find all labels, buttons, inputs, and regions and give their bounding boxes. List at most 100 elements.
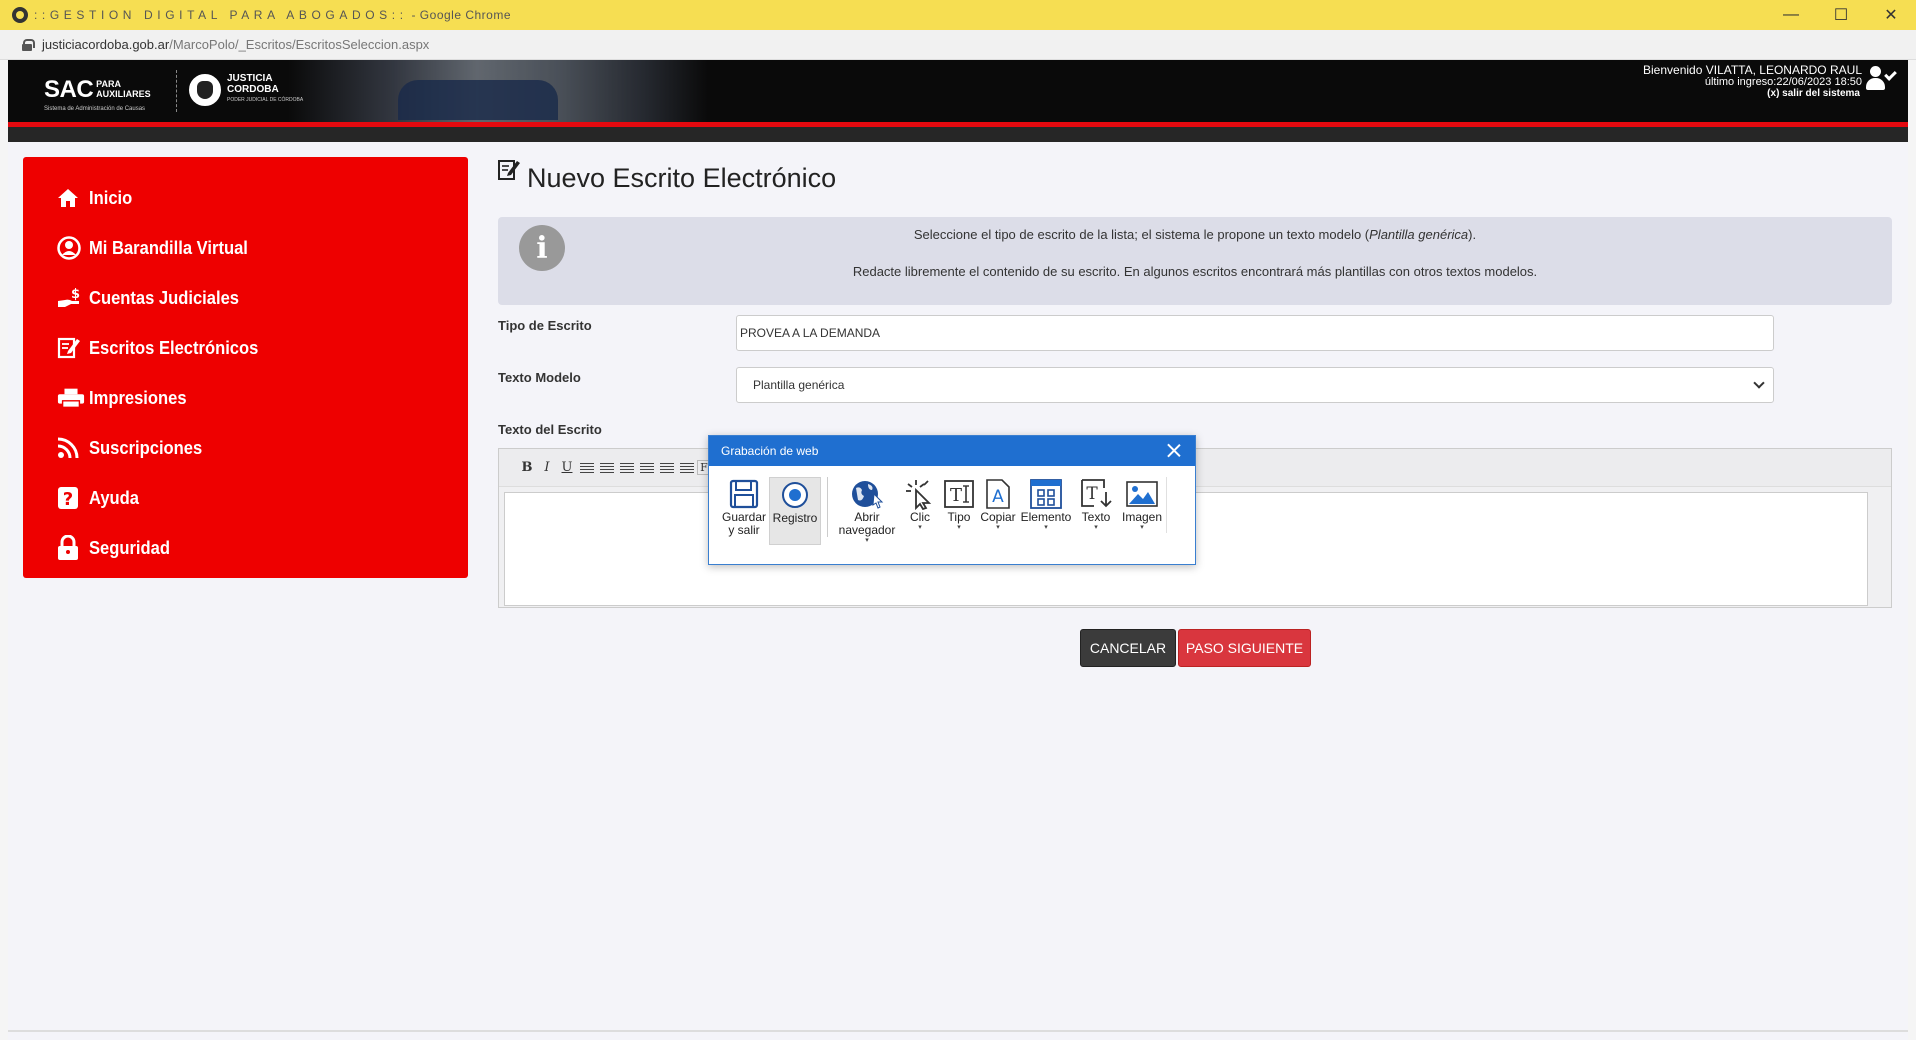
type-button[interactable]: T Tipo ▾ — [940, 477, 978, 532]
open-browser-label: Abrir navegador — [838, 510, 896, 537]
sidebar-item-inicio[interactable]: Inicio — [23, 173, 468, 223]
home-icon — [57, 188, 85, 208]
close-icon[interactable] — [1167, 443, 1181, 457]
page-title-text: Nuevo Escrito Electrónico — [527, 163, 837, 193]
info-box: i Seleccione el tipo de escrito de la li… — [498, 217, 1892, 305]
element-grid-icon — [1029, 477, 1063, 511]
copy-button[interactable]: A Copiar ▾ — [978, 477, 1018, 532]
align-justify-icon[interactable] — [640, 462, 654, 473]
text-input-icon: T — [943, 477, 975, 511]
element-label: Elemento — [1020, 510, 1072, 524]
window-controls: — ☐ ✕ — [1766, 0, 1916, 30]
cancel-button[interactable]: CANCELAR — [1080, 629, 1176, 667]
sidebar-item-label: Impresiones — [89, 387, 187, 408]
web-recorder-header: Grabación de web — [709, 436, 1195, 466]
align-center-icon[interactable] — [600, 462, 614, 473]
chevron-down-icon[interactable]: ▾ — [957, 524, 961, 532]
padlock-icon[interactable] — [22, 38, 35, 51]
image-label: Imagen — [1121, 510, 1163, 524]
sac-logo[interactable]: SAC PARA AUXILIARES Sistema de Administrac… — [44, 76, 151, 112]
texto-modelo-value: Plantilla genérica — [753, 378, 845, 392]
justicia-logo-line2: CORDOBA — [227, 84, 279, 95]
chevron-down-icon[interactable]: ▾ — [1140, 524, 1144, 532]
site-favicon-icon — [12, 7, 28, 23]
logo-divider — [176, 70, 177, 112]
edit-document-icon — [57, 336, 85, 360]
logout-link[interactable]: (x) salir del sistema — [1643, 88, 1860, 100]
save-and-exit-button[interactable]: Guardar y salir — [721, 477, 767, 545]
sidebar-item-impresiones[interactable]: Impresiones — [23, 373, 468, 423]
sac-logo-subtitle: PARA AUXILIARES — [96, 79, 151, 99]
align-left-icon[interactable] — [580, 462, 594, 473]
window-frame-left — [0, 60, 8, 1040]
chevron-down-icon[interactable]: ▾ — [865, 537, 869, 545]
element-button[interactable]: Elemento ▾ — [1018, 477, 1074, 532]
justicia-cordoba-logo[interactable]: JUSTICIA CORDOBA PODER JUDICIAL DE CÓRDO… — [189, 73, 303, 106]
chevron-down-icon[interactable]: ▾ — [918, 524, 922, 532]
welcome-text: Bienvenido VILATTA, LEONARDO RAUL — [1643, 63, 1862, 77]
italic-button[interactable]: I — [537, 460, 557, 475]
info-line-1: Seleccione el tipo de escrito de la list… — [498, 227, 1892, 242]
minimize-button[interactable]: — — [1766, 0, 1816, 30]
web-recorder-popup: Grabación de web Guardar y salir Registr… — [708, 435, 1196, 565]
image-button[interactable]: Imagen ▾ — [1118, 477, 1166, 532]
url-text[interactable]: justiciacordoba.gob.ar/MarcoPolo/_Escrit… — [42, 37, 429, 52]
svg-text:?: ? — [63, 489, 73, 510]
sac-logo-text: SAC — [44, 76, 94, 103]
click-button[interactable]: Clic ▾ — [900, 477, 940, 532]
question-icon: ? — [57, 486, 85, 510]
unordered-list-icon[interactable] — [680, 462, 694, 473]
texto-modelo-select[interactable]: Plantilla genérica — [736, 367, 1774, 403]
edit-document-icon — [497, 157, 521, 188]
tipo-escrito-label: Tipo de Escrito — [498, 318, 592, 333]
sidebar-item-escritos[interactable]: Escritos Electrónicos — [23, 323, 468, 373]
chevron-down-icon[interactable]: ▾ — [996, 524, 1000, 532]
user-info: Bienvenido VILATTA, LEONARDO RAUL último… — [1643, 64, 1862, 100]
browser-titlebar: ::GESTION DIGITAL PARA ABOGADOS:: - Goog… — [0, 0, 1916, 30]
maximize-button[interactable]: ☐ — [1816, 0, 1866, 30]
web-recorder-title: Grabación de web — [721, 444, 819, 458]
close-window-button[interactable]: ✕ — [1866, 0, 1916, 30]
align-right-icon[interactable] — [620, 462, 634, 473]
sidebar-item-suscripciones[interactable]: Suscripciones — [23, 423, 468, 473]
info-line-2: Redacte libremente el contenido de su es… — [852, 264, 1538, 279]
texto-escrito-label: Texto del Escrito — [498, 422, 602, 437]
last-login-text: último ingreso:22/06/2023 18:50 — [1704, 76, 1862, 88]
sidebar-item-label: Ayuda — [89, 487, 139, 508]
sidebar-item-ayuda[interactable]: ? Ayuda — [23, 473, 468, 523]
tipo-escrito-input[interactable]: PROVEA A LA DEMANDA — [736, 315, 1774, 351]
sidebar-item-label: Cuentas Judiciales — [89, 287, 240, 308]
sidebar-item-barandilla[interactable]: Mi Barandilla Virtual — [23, 223, 468, 273]
chevron-down-icon — [1753, 377, 1765, 389]
texto-modelo-label: Texto Modelo — [498, 370, 581, 385]
ordered-list-icon[interactable] — [660, 462, 674, 473]
type-label: Tipo — [947, 510, 971, 524]
url-path: /MarcoPolo/_Escritos/EscritosSeleccion.a… — [169, 37, 430, 52]
text-button[interactable]: T Texto ▾ — [1074, 477, 1118, 532]
info-line-1-end: ). — [1468, 227, 1477, 242]
sidebar-menu: Inicio Mi Barandilla Virtual $ Cuentas J… — [23, 157, 468, 578]
sidebar-item-label: Escritos Electrónicos — [89, 337, 259, 358]
sidebar-item-label: Inicio — [89, 187, 133, 208]
page-bottom-border — [8, 1030, 1908, 1032]
court-seal-icon — [189, 73, 221, 106]
web-recorder-tools: Guardar y salir Registro Abrir navegador… — [721, 477, 1167, 545]
address-bar[interactable]: justiciacordoba.gob.ar/MarcoPolo/_Escrit… — [0, 30, 1916, 60]
toolbar-separator — [827, 477, 828, 537]
bold-button[interactable]: B — [517, 460, 537, 475]
text-label: Texto — [1081, 510, 1111, 524]
underline-button[interactable]: U — [557, 460, 577, 475]
rss-icon — [57, 437, 85, 459]
chevron-down-icon[interactable]: ▾ — [1044, 524, 1048, 532]
chevron-down-icon[interactable]: ▾ — [1094, 524, 1098, 532]
open-browser-button[interactable]: Abrir navegador ▾ — [834, 477, 900, 545]
sidebar-item-label: Seguridad — [89, 537, 170, 558]
next-step-button[interactable]: PASO SIGUIENTE — [1178, 629, 1311, 667]
sidebar-item-cuentas[interactable]: $ Cuentas Judiciales — [23, 273, 468, 323]
sidebar-item-seguridad[interactable]: Seguridad — [23, 523, 468, 573]
money-hand-icon: $ — [57, 287, 85, 309]
svg-text:$: $ — [71, 287, 80, 302]
image-icon — [1125, 477, 1159, 511]
lock-icon — [57, 535, 85, 561]
log-button[interactable]: Registro — [769, 477, 821, 545]
